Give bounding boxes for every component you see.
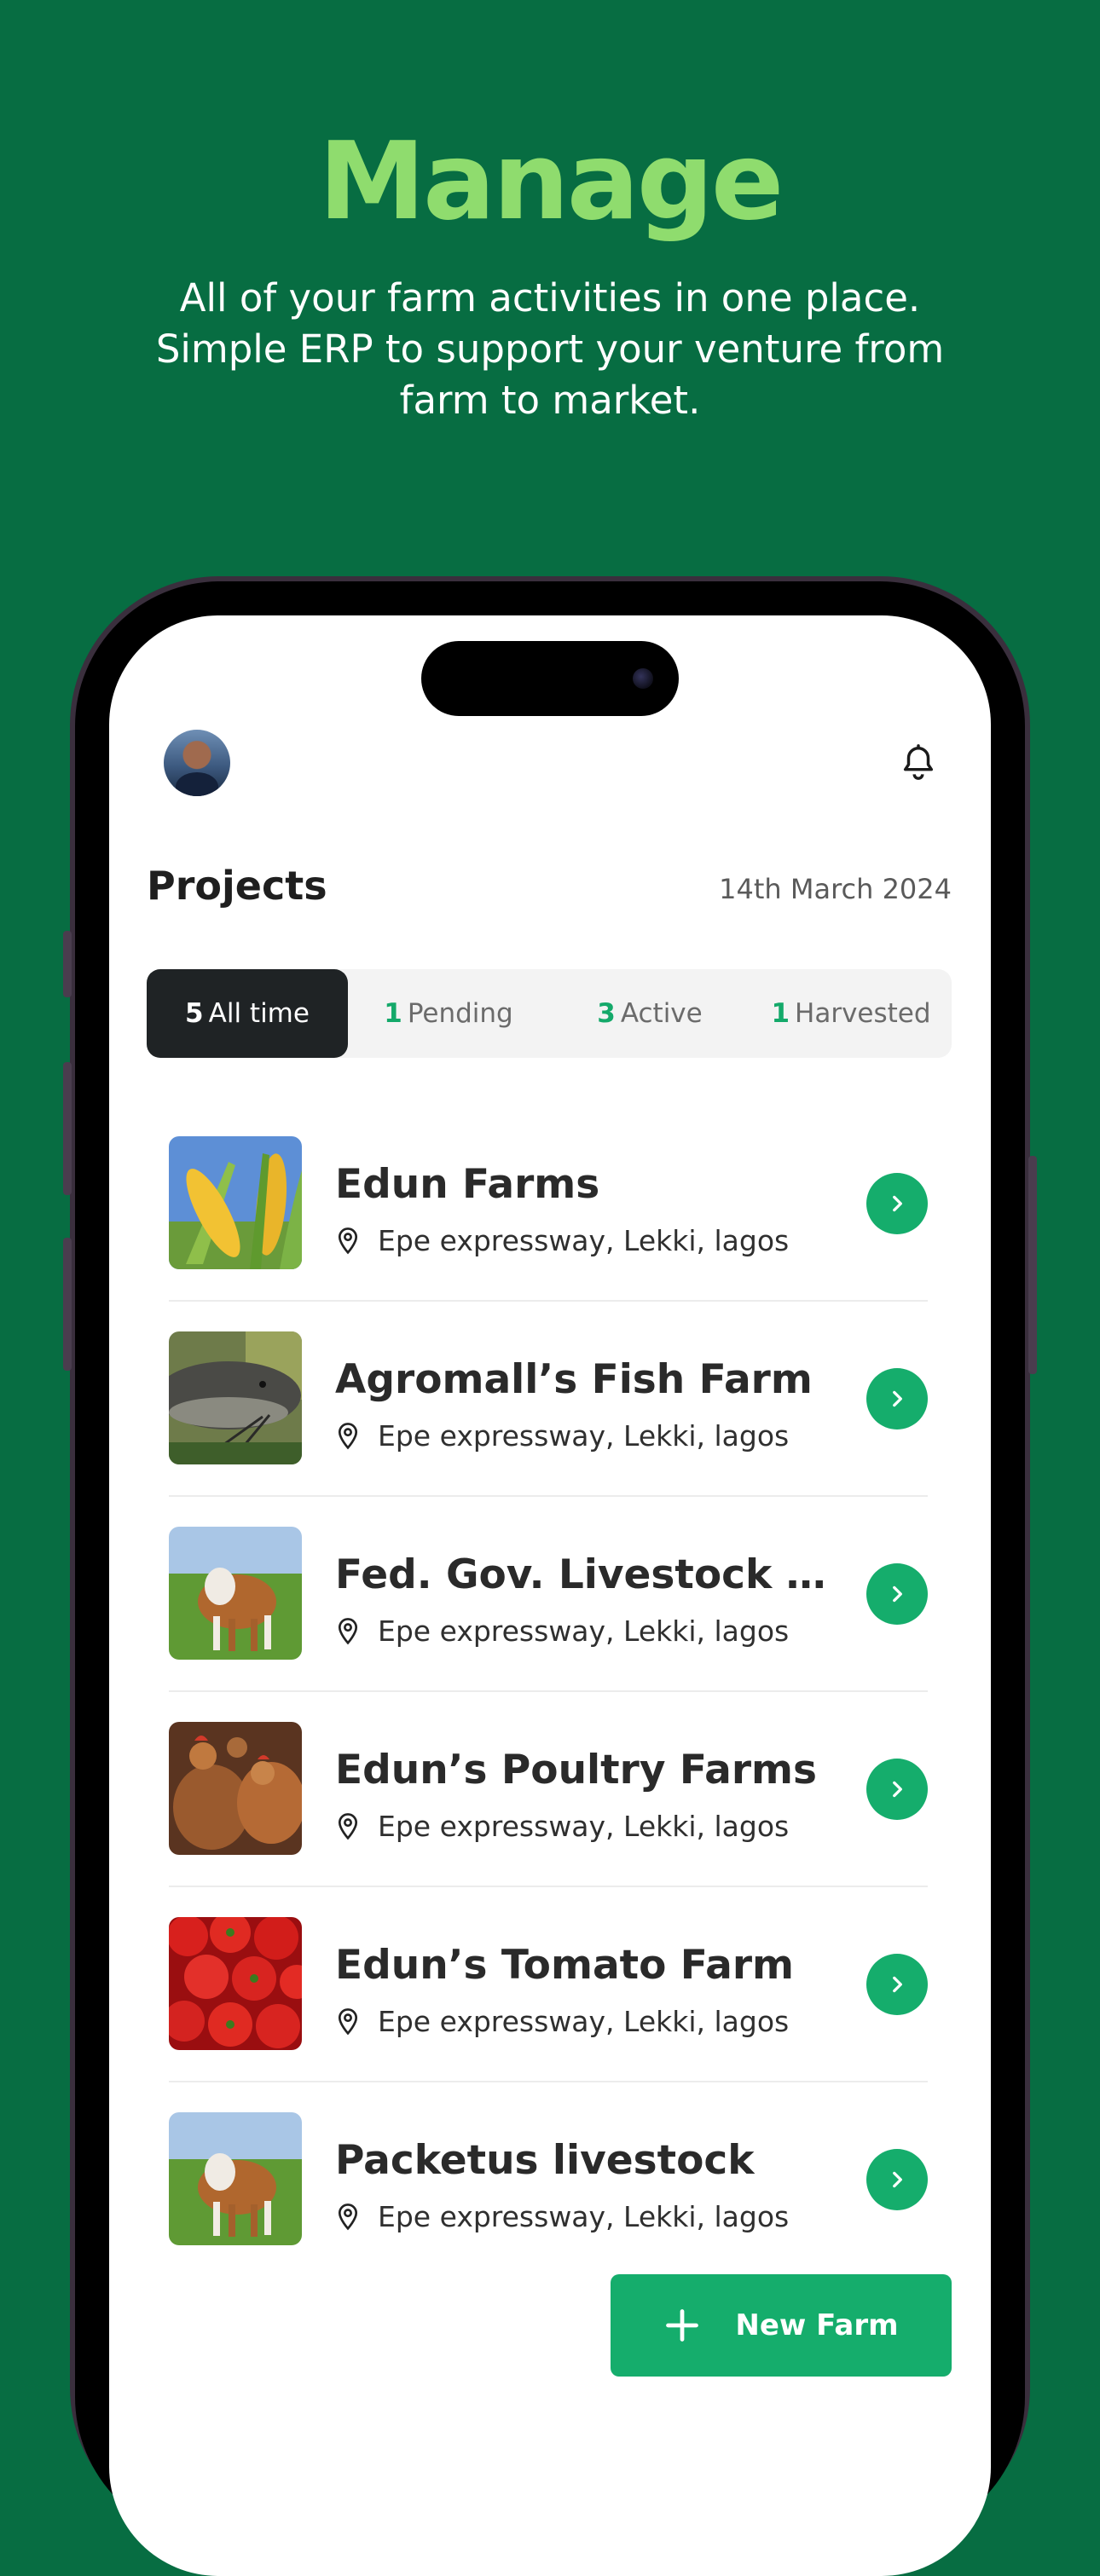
chevron-right-icon [893,1390,902,1407]
farm-image-catfish [169,1331,302,1464]
phone-screen: Projects 14th March 2024 5 All time 1 Pend… [109,615,991,2576]
power-button [1028,1156,1037,1374]
dynamic-island [421,641,679,716]
farm-image-cow [169,1527,302,1660]
open-farm-button[interactable] [866,1954,928,2015]
page-title: Projects [147,863,327,909]
farm-location: Epe expressway, Lekki, lagos [335,1419,789,1453]
chevron-right-icon [893,2171,902,2188]
tab-pending[interactable]: 1 Pending [348,969,549,1058]
open-farm-button[interactable] [866,1759,928,1820]
farm-row[interactable]: Agromall’s Fish Farm Epe expressway, Lek… [169,1302,928,1497]
location-pin-icon [338,1227,358,1254]
farm-location: Epe expressway, Lekki, lagos [335,1810,789,1843]
farm-name: Fed. Gov. Livestock Init... [335,1551,838,1598]
chevron-right-icon [893,1781,902,1798]
hero-title: Manage [318,118,784,244]
volume-up-button [63,1062,72,1195]
farm-location: Epe expressway, Lekki, lagos [335,1614,789,1648]
new-farm-button[interactable]: New Farm [611,2274,952,2377]
location-pin-icon [338,1617,358,1644]
farm-row[interactable]: Fed. Gov. Livestock Init... Epe expressw… [169,1497,928,1692]
farm-image-tomatoes [169,1917,302,2050]
farm-image-cow [169,2112,302,2245]
farm-name: Packetus livestock [335,2137,755,2184]
location-pin-icon [338,2203,358,2230]
farm-list: Edun Farms Epe expressway, Lekki, lagos [169,1106,928,2276]
farm-image-chickens [169,1722,302,1855]
farm-row[interactable]: Edun Farms Epe expressway, Lekki, lagos [169,1106,928,1302]
farm-location: Epe expressway, Lekki, lagos [335,1224,789,1257]
volume-silent-button [63,931,72,997]
location-pin-icon [338,1812,358,1840]
status-tabs: 5 All time 1 Pending 3 Active 1 Harvested [147,969,952,1058]
avatar[interactable] [164,730,230,796]
farm-row[interactable]: Edun’s Tomato Farm Epe expressway, Lekki… [169,1887,928,2082]
open-farm-button[interactable] [866,2149,928,2210]
chevron-right-icon [893,1195,902,1212]
farm-row[interactable]: Edun’s Poultry Farms Epe expressway, Lek… [169,1692,928,1887]
farm-image-corn [169,1136,302,1269]
tab-harvested[interactable]: 1 Harvested [750,969,952,1058]
plus-icon [666,2309,699,2342]
farm-location: Epe expressway, Lekki, lagos [335,2200,789,2233]
chevron-right-icon [893,1585,902,1603]
farm-name: Edun Farms [335,1161,600,1208]
farm-name: Edun’s Tomato Farm [335,1942,794,1989]
location-pin-icon [338,1422,358,1449]
farm-name: Agromall’s Fish Farm [335,1356,813,1403]
new-farm-label: New Farm [735,2308,899,2342]
bell-icon[interactable] [899,743,938,783]
camera-icon [633,668,653,689]
open-farm-button[interactable] [866,1563,928,1625]
location-pin-icon [338,2007,358,2035]
farm-location: Epe expressway, Lekki, lagos [335,2005,789,2038]
volume-down-button [63,1238,72,1371]
tab-all-time[interactable]: 5 All time [147,969,348,1058]
open-farm-button[interactable] [866,1368,928,1430]
current-date: 14th March 2024 [719,873,952,905]
farm-name: Edun’s Poultry Farms [335,1747,818,1793]
chevron-right-icon [893,1976,902,1993]
hero-subtitle: All of your farm activities in one place… [155,275,945,423]
farm-row[interactable]: Packetus livestock Epe expressway, Lekki… [169,2082,928,2276]
open-farm-button[interactable] [866,1173,928,1234]
tab-active[interactable]: 3 Active [549,969,750,1058]
